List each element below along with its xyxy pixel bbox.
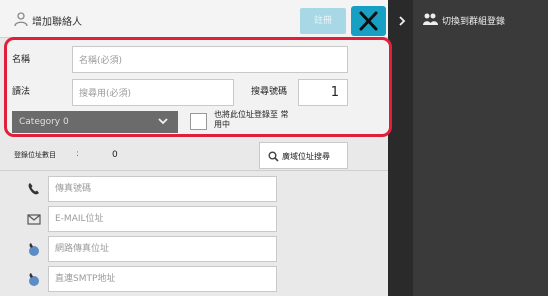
close-icon bbox=[359, 11, 378, 31]
smtp-row: 直連SMTP地址 bbox=[20, 266, 277, 292]
chevron-right-icon[interactable] bbox=[395, 14, 409, 28]
name-label: 名稱 bbox=[12, 55, 31, 65]
default-checkbox[interactable] bbox=[190, 113, 207, 130]
email-icon bbox=[27, 214, 41, 225]
smtp-input[interactable]: 直連SMTP地址 bbox=[48, 266, 277, 292]
category-value: Category 0 bbox=[19, 117, 69, 127]
dialog-titlebar: 增加聯絡人 註冊 bbox=[0, 0, 388, 38]
address-count-label: 登錄位址數目 bbox=[14, 151, 56, 159]
internet-fax-row: 網路傳真位址 bbox=[20, 236, 277, 262]
contact-icon bbox=[14, 12, 28, 27]
address-count-separator: : bbox=[76, 149, 80, 159]
search-number-label: 搜尋號碼 bbox=[251, 87, 288, 97]
email-input[interactable]: E-MAIL位址 bbox=[48, 206, 277, 232]
internet-fax-input[interactable]: 網路傳真位址 bbox=[48, 236, 277, 262]
name-input[interactable]: 名稱(必須) bbox=[72, 46, 348, 73]
category-select[interactable]: Category 0 bbox=[12, 111, 178, 133]
global-search-label: 廣域位址搜尋 bbox=[282, 152, 330, 161]
dialog-title: 增加聯絡人 bbox=[32, 17, 82, 28]
global-address-search-button[interactable]: 廣域位址搜尋 bbox=[259, 142, 348, 169]
fax-number-row: 傳真號碼 bbox=[20, 176, 277, 202]
side-panel bbox=[413, 0, 548, 296]
default-checkbox-label: 也將此位址登錄至 常用中 bbox=[214, 110, 289, 129]
internet-fax-icon bbox=[29, 243, 39, 256]
register-button[interactable]: 註冊 bbox=[300, 8, 346, 34]
close-button[interactable] bbox=[351, 6, 386, 36]
address-count-value: 0 bbox=[112, 150, 118, 160]
switch-to-group-registration[interactable]: 切換到群組登錄 bbox=[442, 14, 505, 27]
divider bbox=[0, 170, 388, 171]
reading-label: 讀法 bbox=[12, 87, 31, 97]
smtp-icon bbox=[29, 273, 39, 286]
fax-icon bbox=[28, 183, 39, 195]
search-icon bbox=[268, 151, 279, 162]
reading-input[interactable]: 搜尋用(必須) bbox=[72, 79, 234, 106]
fax-number-input[interactable]: 傳真號碼 bbox=[48, 176, 277, 202]
group-icon bbox=[423, 13, 438, 25]
add-contact-dialog: 增加聯絡人 註冊 名稱 名稱(必須) 讀法 搜尋用(必須) 搜尋號碼 1 Cat… bbox=[0, 0, 392, 296]
email-row: E-MAIL位址 bbox=[20, 206, 277, 232]
chevron-down-icon bbox=[158, 118, 168, 125]
search-number-input[interactable]: 1 bbox=[298, 79, 348, 106]
